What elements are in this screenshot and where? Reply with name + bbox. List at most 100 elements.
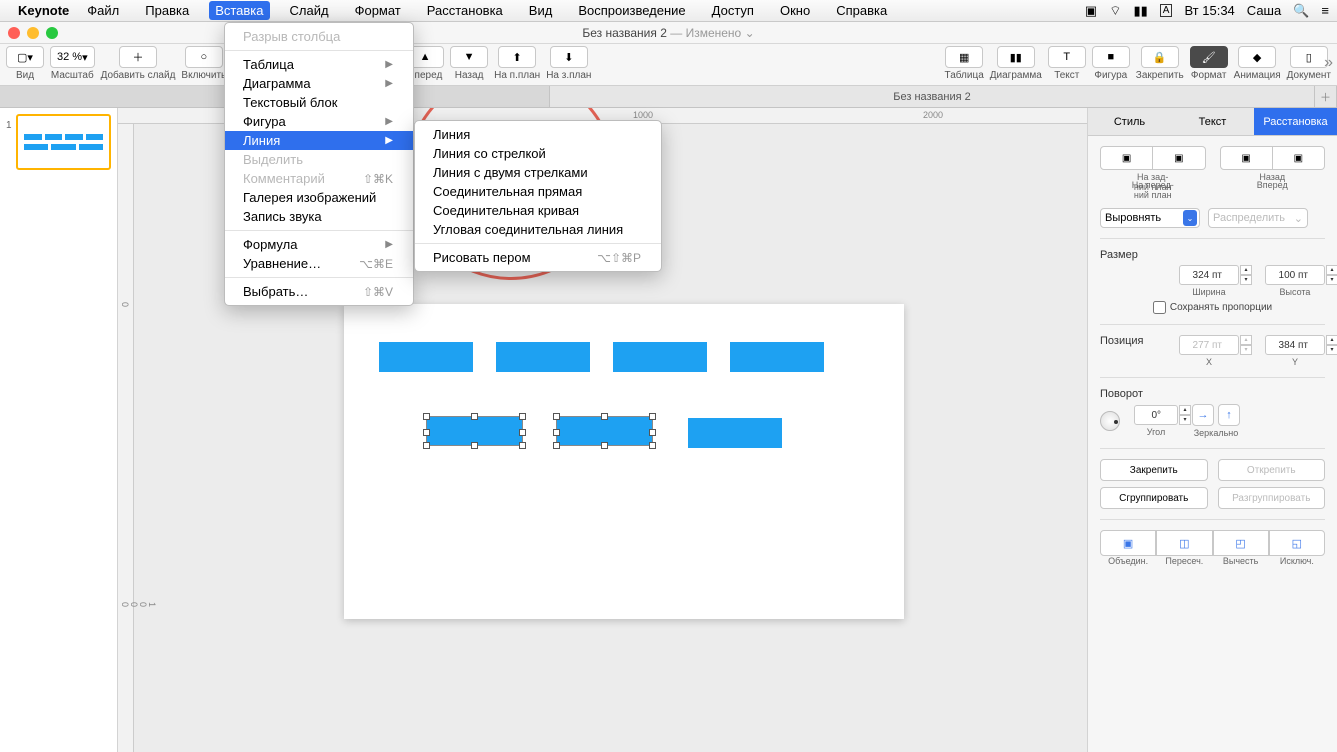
menu-line[interactable]: Линия▶ — [225, 131, 413, 150]
ungroup-button[interactable]: Разгруппировать — [1218, 487, 1326, 509]
bool-intersect-button[interactable]: ◫ — [1156, 530, 1212, 556]
menu-arrange[interactable]: Расстановка — [421, 1, 509, 20]
submenu-line-arrow[interactable]: Линия со стрелкой — [415, 144, 661, 163]
shape-rect-selected[interactable] — [556, 416, 653, 446]
table-button[interactable]: ▦ — [945, 46, 983, 68]
x-spinner[interactable]: ▴▾ — [1240, 335, 1252, 355]
height-spinner[interactable]: ▴▾ — [1326, 265, 1337, 285]
new-tab-button[interactable]: ＋ — [1315, 86, 1337, 107]
slide-navigator[interactable]: 1 — [0, 108, 118, 752]
bring-to-front-button[interactable]: ▣ — [1153, 146, 1205, 170]
submenu-line[interactable]: Линия — [415, 125, 661, 144]
backward-button[interactable]: ▼ — [450, 46, 488, 68]
flip-v-button[interactable]: ↑ — [1218, 404, 1240, 426]
battery-icon[interactable]: ▮▮ — [1133, 3, 1147, 19]
submenu-line-two-arrows[interactable]: Линия с двумя стрелками — [415, 163, 661, 182]
flip-h-button[interactable]: → — [1192, 404, 1214, 426]
width-input[interactable]: 324 пт▴▾ — [1179, 265, 1239, 285]
shape-rect[interactable] — [730, 342, 824, 372]
lock-button[interactable]: Закрепить — [1100, 459, 1208, 481]
height-input[interactable]: 100 пт▴▾ — [1265, 265, 1325, 285]
unlock-button[interactable]: Открепить — [1218, 459, 1326, 481]
inspector-tab-style[interactable]: Стиль — [1088, 108, 1171, 136]
enable-button[interactable]: ○ — [185, 46, 223, 68]
shape-rect[interactable] — [379, 342, 473, 372]
rotate-dial[interactable] — [1100, 411, 1120, 431]
menu-play[interactable]: Воспроизведение — [572, 1, 691, 20]
y-input[interactable]: 384 пт▴▾ — [1265, 335, 1325, 355]
menu-textbox[interactable]: Текстовый блок — [225, 93, 413, 112]
menu-format[interactable]: Формат — [349, 1, 407, 20]
slide-thumbnail-1[interactable] — [16, 114, 111, 170]
menu-audio-record[interactable]: Запись звука — [225, 207, 413, 226]
menu-help[interactable]: Справка — [830, 1, 893, 20]
spotlight-icon[interactable]: 🔍 — [1293, 3, 1309, 19]
menu-comment[interactable]: Комментарий⇧⌘K — [225, 169, 413, 188]
menu-table[interactable]: Таблица▶ — [225, 55, 413, 74]
add-slide-button[interactable]: ＋ — [119, 46, 157, 68]
input-icon[interactable]: А — [1160, 4, 1173, 17]
submenu-straight-connector[interactable]: Соединительная прямая — [415, 182, 661, 201]
menu-chart[interactable]: Диаграмма▶ — [225, 74, 413, 93]
submenu-elbow-connector[interactable]: Угловая соединительная линия — [415, 220, 661, 239]
angle-spinner[interactable]: ▴▾ — [1179, 405, 1191, 425]
y-spinner[interactable]: ▴▾ — [1326, 335, 1337, 355]
front-button[interactable]: ⬆ — [498, 46, 536, 68]
submenu-curved-connector[interactable]: Соединительная кривая — [415, 201, 661, 220]
menu-icon[interactable]: ≡ — [1321, 3, 1329, 18]
shape-rect[interactable] — [496, 342, 590, 372]
menu-equation[interactable]: Уравнение…⌥⌘E — [225, 254, 413, 273]
inspector-tab-text[interactable]: Текст — [1171, 108, 1254, 136]
zoom-button[interactable]: 32 % ▾ — [50, 46, 95, 68]
user-name[interactable]: Саша — [1247, 3, 1281, 18]
menu-file[interactable]: Файл — [81, 1, 125, 20]
menu-view[interactable]: Вид — [523, 1, 559, 20]
menu-shape[interactable]: Фигура▶ — [225, 112, 413, 131]
submenu-draw-pen[interactable]: Рисовать пером⌥⇧⌘P — [415, 248, 661, 267]
chart-button[interactable]: ▮▮ — [997, 46, 1035, 68]
menu-formula[interactable]: Формула▶ — [225, 235, 413, 254]
clock[interactable]: Вт 15:34 — [1184, 3, 1234, 18]
align-select[interactable]: Выровнять⌄ — [1100, 208, 1200, 228]
bring-forward-button[interactable]: ▣ — [1273, 146, 1325, 170]
menu-highlight[interactable]: Выделить — [225, 150, 413, 169]
menu-column-break[interactable]: Разрыв столбца — [225, 27, 413, 46]
shape-button[interactable]: ■ — [1092, 46, 1130, 68]
tab-doc2[interactable]: Без названия 2 — [550, 86, 1315, 107]
x-input[interactable]: 277 пт▴▾ — [1179, 335, 1239, 355]
toolbar-overflow-icon[interactable]: » — [1324, 54, 1333, 72]
close-button[interactable] — [8, 27, 20, 39]
menu-edit[interactable]: Правка — [139, 1, 195, 20]
document-button[interactable]: ▯ — [1290, 46, 1328, 68]
send-to-back-button[interactable]: ▣ — [1100, 146, 1153, 170]
inspector-tab-arrange[interactable]: Расстановка — [1254, 108, 1337, 136]
menu-slide[interactable]: Слайд — [284, 1, 335, 20]
minimize-button[interactable] — [27, 27, 39, 39]
bool-union-button[interactable]: ▣ — [1100, 530, 1156, 556]
angle-input[interactable]: 0°▴▾ — [1134, 405, 1178, 425]
back-button[interactable]: ⬇ — [550, 46, 588, 68]
menu-insert[interactable]: Вставка — [209, 1, 269, 20]
view-button[interactable]: ▢▾ — [6, 46, 44, 68]
shape-rect[interactable] — [688, 418, 782, 448]
width-spinner[interactable]: ▴▾ — [1240, 265, 1252, 285]
lock-button[interactable]: 🔒 — [1141, 46, 1179, 68]
shape-rect-selected[interactable] — [426, 416, 523, 446]
animate-button[interactable]: ◆ — [1238, 46, 1276, 68]
zoom-button[interactable] — [46, 27, 58, 39]
menu-choose[interactable]: Выбрать…⇧⌘V — [225, 282, 413, 301]
menu-image-gallery[interactable]: Галерея изображений — [225, 188, 413, 207]
bool-subtract-button[interactable]: ◰ — [1213, 530, 1269, 556]
format-inspector-button[interactable]: 🖌 — [1190, 46, 1228, 68]
airplay-icon[interactable]: ▣ — [1085, 3, 1097, 19]
send-backward-button[interactable]: ▣ — [1220, 146, 1273, 170]
shape-rect[interactable] — [613, 342, 707, 372]
group-button[interactable]: Сгруппировать — [1100, 487, 1208, 509]
document-title[interactable]: Без названия 2 — Изменено ⌄ — [582, 26, 754, 40]
text-button[interactable]: T — [1048, 46, 1086, 68]
wifi-icon[interactable]: ⌔ — [1109, 3, 1121, 19]
app-name[interactable]: Keynote — [18, 3, 69, 18]
bool-exclude-button[interactable]: ◱ — [1269, 530, 1325, 556]
keep-ratio-checkbox[interactable] — [1153, 301, 1166, 314]
menu-window[interactable]: Окно — [774, 1, 816, 20]
